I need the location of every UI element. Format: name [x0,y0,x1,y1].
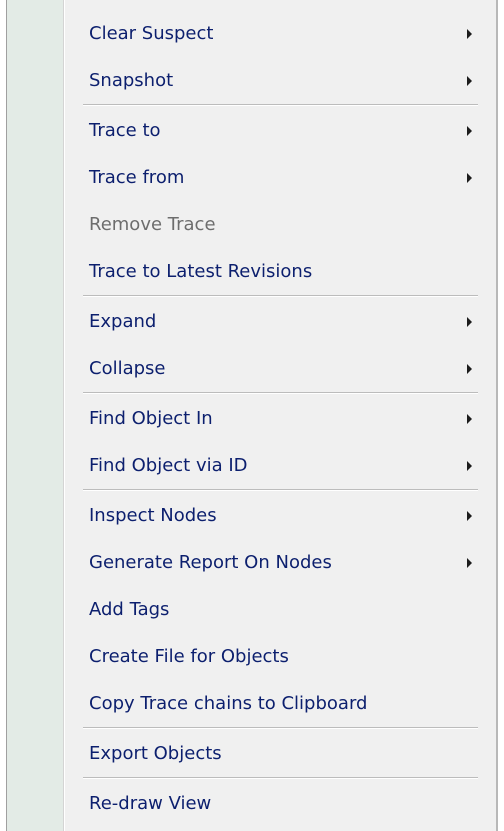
menu-item-clear-suspect[interactable]: Clear Suspect [65,10,496,57]
context-menu: Clear Suspect Snapshot Trace to Trace fr… [6,0,498,831]
chevron-right-icon [467,413,472,424]
chevron-right-icon [467,557,472,568]
menu-item-label: Export Objects [89,743,222,764]
menu-item-redraw-view[interactable]: Re-draw View [65,780,496,827]
chevron-right-icon [467,510,472,521]
menu-item-label: Clear Suspect [89,23,214,44]
menu-item-label: Expand [89,311,157,332]
menu-item-label: Find Object In [89,408,213,429]
menu-item-label: Copy Trace chains to Clipboard [89,693,368,714]
menu-item-label: Add Tags [89,599,170,620]
menu-item-label: Create File for Objects [89,646,289,667]
chevron-right-icon [467,125,472,136]
menu-item-label: Re-draw View [89,793,212,814]
menu-item-label: Trace to Latest Revisions [89,261,313,282]
menu-item-collapse[interactable]: Collapse [65,345,496,392]
menu-item-find-object-via-id[interactable]: Find Object via ID [65,442,496,489]
menu-item-find-object-in[interactable]: Find Object In [65,395,496,442]
menu-item-export-objects[interactable]: Export Objects [65,730,496,777]
menu-border-right [496,0,498,831]
chevron-right-icon [467,460,472,471]
chevron-right-icon [467,363,472,374]
chevron-right-icon [467,28,472,39]
chevron-right-icon [467,316,472,327]
chevron-right-icon [467,172,472,183]
menu-item-snapshot[interactable]: Snapshot [65,57,496,104]
menu-item-copy-trace-chains[interactable]: Copy Trace chains to Clipboard [65,680,496,727]
chevron-right-icon [467,75,472,86]
menu-item-remove-trace[interactable]: Remove Trace [65,201,496,248]
menu-item-label: Collapse [89,358,166,379]
menu-item-create-file-for-objects[interactable]: Create File for Objects [65,633,496,680]
menu-item-trace-from[interactable]: Trace from [65,154,496,201]
menu-item-add-tags[interactable]: Add Tags [65,586,496,633]
menu-item-trace-to-latest-revisions[interactable]: Trace to Latest Revisions [65,248,496,295]
menu-items: Clear Suspect Snapshot Trace to Trace fr… [65,10,496,827]
menu-item-inspect-nodes[interactable]: Inspect Nodes [65,492,496,539]
menu-icon-gutter [7,0,63,831]
menu-item-label: Inspect Nodes [89,505,217,526]
menu-item-label: Snapshot [89,70,174,91]
menu-item-label: Trace to [89,120,161,141]
menu-item-generate-report-on-nodes[interactable]: Generate Report On Nodes [65,539,496,586]
menu-item-label: Trace from [89,167,185,188]
menu-item-label: Find Object via ID [89,455,248,476]
menu-item-expand[interactable]: Expand [65,298,496,345]
menu-item-label: Remove Trace [89,214,216,235]
menu-item-trace-to[interactable]: Trace to [65,107,496,154]
menu-item-label: Generate Report On Nodes [89,552,332,573]
